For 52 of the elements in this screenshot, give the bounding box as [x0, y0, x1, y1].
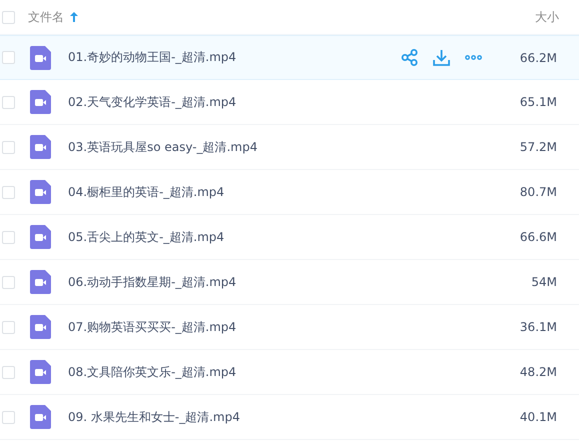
share-icon[interactable] [400, 49, 418, 66]
row-checkbox[interactable] [2, 96, 15, 108]
row-checkbox[interactable] [2, 186, 15, 198]
file-name[interactable]: 09. 水果先生和女士-_超清.mp4 [68, 408, 240, 426]
video-file-icon [30, 135, 51, 159]
row-checkbox[interactable] [2, 320, 15, 334]
file-name[interactable]: 03.英语玩具屋so easy-_超清.mp4 [68, 138, 258, 156]
row-checkbox[interactable] [2, 230, 15, 244]
more-icon[interactable] [464, 55, 482, 60]
row-checkbox[interactable] [2, 410, 15, 424]
sort-arrow-icon[interactable] [70, 12, 78, 22]
file-size: 80.7M [520, 185, 557, 199]
file-row[interactable]: 04.橱柜里的英语-_超清.mp4 80.7M [0, 170, 579, 215]
file-row[interactable]: 01.奇妙的动物王国-_超清.mp4 66.2M [0, 35, 579, 80]
video-file-icon [30, 270, 51, 294]
file-row[interactable]: 09. 水果先生和女士-_超清.mp4 40.1M [0, 395, 579, 440]
file-size: 66.6M [520, 230, 557, 244]
file-size: 57.2M [520, 140, 557, 154]
file-size: 54M [530, 275, 557, 289]
file-row[interactable]: 02.天气变化学英语-_超清.mp4 65.1M [0, 80, 579, 125]
file-row[interactable]: 05.舌尖上的英文-_超清.mp4 66.6M [0, 215, 579, 260]
row-checkbox[interactable] [2, 140, 15, 154]
video-file-icon [30, 90, 51, 114]
file-row[interactable]: 03.英语玩具屋so easy-_超清.mp4 57.2M [0, 125, 579, 170]
file-size: 36.1M [520, 320, 557, 334]
row-checkbox[interactable] [2, 276, 15, 288]
file-name[interactable]: 06.动动手指数星期-_超清.mp4 [68, 274, 236, 290]
file-name[interactable]: 05.舌尖上的英文-_超清.mp4 [68, 228, 224, 246]
file-row[interactable]: 08.文具陪你英文乐-_超清.mp4 48.2M [0, 350, 579, 395]
file-name[interactable]: 02.天气变化学英语-_超清.mp4 [68, 94, 236, 110]
name-column-header[interactable]: 文件名 [28, 8, 64, 26]
size-column-header[interactable]: 大小 [535, 8, 559, 26]
video-file-icon [30, 315, 51, 339]
video-file-icon [30, 360, 51, 384]
row-checkbox[interactable] [2, 51, 15, 64]
file-size: 65.1M [520, 95, 557, 109]
video-file-icon [30, 46, 51, 70]
video-file-icon [30, 405, 51, 429]
file-name[interactable]: 04.橱柜里的英语-_超清.mp4 [68, 184, 224, 200]
download-icon[interactable] [432, 49, 450, 66]
file-size: 40.1M [520, 410, 557, 424]
video-file-icon [30, 225, 51, 249]
file-row[interactable]: 06.动动手指数星期-_超清.mp4 54M [0, 260, 579, 305]
file-name[interactable]: 01.奇妙的动物王国-_超清.mp4 [68, 49, 236, 66]
file-row[interactable]: 07.购物英语买买买-_超清.mp4 36.1M [0, 305, 579, 350]
select-all-checkbox[interactable] [2, 10, 15, 24]
video-file-icon [30, 180, 51, 204]
file-size: 48.2M [520, 365, 557, 379]
file-size: 66.2M [520, 50, 557, 64]
row-checkbox[interactable] [2, 366, 15, 378]
file-name[interactable]: 08.文具陪你英文乐-_超清.mp4 [68, 364, 236, 380]
file-name[interactable]: 07.购物英语买买买-_超清.mp4 [68, 318, 236, 336]
